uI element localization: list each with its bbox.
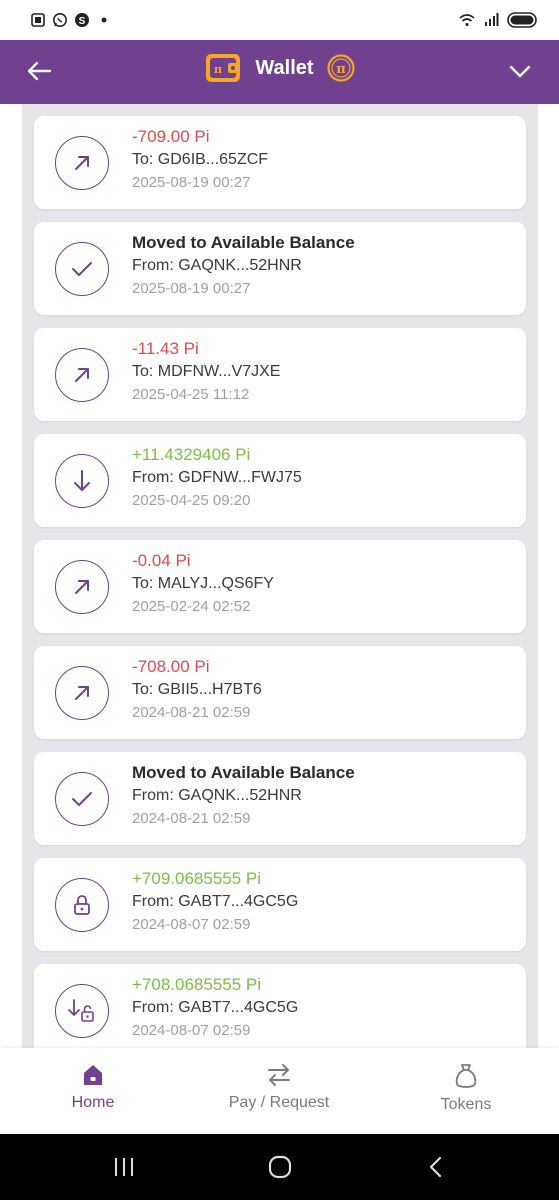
skype-icon: S xyxy=(75,13,89,27)
transaction-icon xyxy=(55,878,109,932)
signal-icon xyxy=(485,13,499,26)
unlock-download-icon xyxy=(68,999,94,1022)
nav-home-label: Home xyxy=(71,1094,115,1111)
svg-text:π: π xyxy=(214,63,222,76)
status-bar: S xyxy=(0,0,559,40)
system-nav-bar xyxy=(0,1134,559,1200)
check-icon xyxy=(72,792,92,806)
arrow-up-right-icon xyxy=(75,156,89,170)
status-bar-left: S xyxy=(30,12,112,28)
screenshot-icon xyxy=(31,13,45,27)
arrow-up-right-icon xyxy=(75,686,89,700)
arrow-up-right-icon xyxy=(75,580,89,594)
transaction-card[interactable]: Moved to Available Balance From: GAQNK..… xyxy=(34,222,526,315)
transaction-amount: -0.04 Pi xyxy=(132,551,191,570)
svg-text:π: π xyxy=(336,62,346,77)
nav-home[interactable]: Home xyxy=(23,1062,163,1112)
transaction-title: Moved to Available Balance xyxy=(132,763,355,782)
transaction-icon xyxy=(55,984,109,1038)
transaction-card[interactable]: -11.43 Pi To: MDFNW...V7JXE 2025-04-25 1… xyxy=(34,328,526,421)
transaction-icon xyxy=(55,348,109,402)
transaction-amount: -709.00 Pi xyxy=(132,127,210,146)
svg-text:S: S xyxy=(79,16,86,27)
pi-coin-icon: π xyxy=(326,54,355,82)
nav-pay-request-label: Pay / Request xyxy=(228,1094,330,1111)
check-icon xyxy=(72,262,92,276)
swap-arrows-icon xyxy=(268,1064,290,1086)
transaction-title: Moved to Available Balance xyxy=(132,233,355,252)
expand-menu-button[interactable] xyxy=(503,54,537,88)
transaction-party: From: GAQNK...52HNR xyxy=(132,257,302,274)
transaction-icon xyxy=(55,666,109,720)
transaction-party: From: GAQNK...52HNR xyxy=(132,787,302,804)
title-group: π Wallet π xyxy=(0,50,559,86)
recent-apps-button[interactable] xyxy=(104,1152,144,1182)
transaction-amount: -708.00 Pi xyxy=(132,657,210,676)
nav-tokens-label: Tokens xyxy=(440,1096,492,1113)
app-bar: π Wallet π xyxy=(0,40,559,104)
wifi-icon xyxy=(459,14,475,26)
home-system-button[interactable] xyxy=(260,1152,300,1182)
transaction-card[interactable]: +709.0685555 Pi From: GABT7...4GC5G 2024… xyxy=(34,858,526,951)
transaction-amount: -11.43 Pi xyxy=(132,339,199,358)
chevron-down-icon xyxy=(509,65,531,78)
transaction-amount: +11.4329406 Pi xyxy=(132,445,251,464)
transaction-date: 2024-08-21 02:59 xyxy=(132,810,251,827)
nav-pay-request[interactable]: Pay / Request xyxy=(209,1062,349,1112)
transaction-date: 2025-08-19 00:27 xyxy=(132,174,251,191)
transaction-card[interactable]: -709.00 Pi To: GD6IB...65ZCF 2025-08-19 … xyxy=(34,116,526,209)
dot-icon xyxy=(101,17,107,23)
nav-tokens[interactable]: Tokens xyxy=(396,1062,536,1114)
arrow-down-icon xyxy=(74,470,90,491)
transaction-card[interactable]: +708.0685555 Pi From: GABT7...4GC5G 2024… xyxy=(34,964,526,1048)
wallet-icon: π xyxy=(206,54,241,82)
transaction-date: 2024-08-07 02:59 xyxy=(132,916,251,933)
arrow-up-right-icon xyxy=(75,368,89,382)
transaction-card[interactable]: -0.04 Pi To: MALYJ...QS6FY 2025-02-24 02… xyxy=(34,540,526,633)
back-system-button[interactable] xyxy=(416,1152,456,1182)
transaction-party: From: GABT7...4GC5G xyxy=(132,893,299,910)
back-chevron-icon xyxy=(429,1156,442,1178)
transaction-amount: +708.0685555 Pi xyxy=(132,975,262,994)
transaction-date: 2024-08-21 02:59 xyxy=(132,704,251,721)
transaction-date: 2025-08-19 00:27 xyxy=(132,280,251,297)
transaction-date: 2025-02-24 02:52 xyxy=(132,598,251,615)
whatsapp-icon xyxy=(53,13,67,27)
transaction-icon xyxy=(55,242,109,296)
status-bar-right xyxy=(459,12,539,28)
transaction-party: From: GABT7...4GC5G xyxy=(132,999,299,1016)
transaction-icon xyxy=(55,454,109,508)
transaction-card[interactable]: +11.4329406 Pi From: GDFNW...FWJ75 2025-… xyxy=(34,434,526,527)
bottom-nav: Home Pay / Request Tokens xyxy=(0,1048,559,1134)
transaction-date: 2025-04-25 11:12 xyxy=(132,386,250,403)
transaction-date: 2025-04-25 09:20 xyxy=(132,492,251,509)
lock-icon xyxy=(74,895,90,915)
transaction-list[interactable]: -709.00 Pi To: GD6IB...65ZCF 2025-08-19 … xyxy=(22,104,538,1048)
transaction-party: To: MALYJ...QS6FY xyxy=(132,575,274,592)
transaction-card[interactable]: -708.00 Pi To: GBII5...H7BT6 2024-08-21 … xyxy=(34,646,526,739)
transaction-date: 2024-08-07 02:59 xyxy=(132,1022,251,1039)
home-icon xyxy=(84,1065,102,1085)
transaction-amount: +709.0685555 Pi xyxy=(132,869,262,888)
transaction-icon xyxy=(55,560,109,614)
transaction-card[interactable]: Moved to Available Balance From: GAQNK..… xyxy=(34,752,526,845)
transaction-party: To: GBII5...H7BT6 xyxy=(132,681,262,698)
money-bag-icon xyxy=(455,1064,477,1088)
recent-apps-icon xyxy=(115,1158,133,1176)
transaction-icon xyxy=(55,772,109,826)
transaction-icon xyxy=(55,136,109,190)
battery-icon xyxy=(507,12,537,28)
home-circle-icon xyxy=(268,1155,292,1179)
transaction-party: To: MDFNW...V7JXE xyxy=(132,363,281,380)
page-title: Wallet xyxy=(255,56,314,79)
transaction-party: From: GDFNW...FWJ75 xyxy=(132,469,302,486)
transaction-party: To: GD6IB...65ZCF xyxy=(132,151,269,168)
